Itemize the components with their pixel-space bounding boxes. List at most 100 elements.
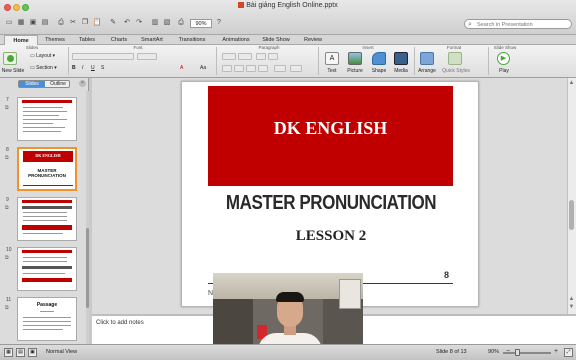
new-slide-icon[interactable] bbox=[3, 52, 17, 65]
tab-animations[interactable]: Animations bbox=[216, 35, 256, 45]
toolbox-icon[interactable]: ▧ bbox=[162, 18, 172, 28]
tab-transitions[interactable]: Transitions bbox=[170, 35, 214, 45]
thumb-text-line bbox=[23, 233, 63, 234]
align-left-button[interactable] bbox=[222, 65, 232, 72]
normal-view-icon[interactable]: ▦ bbox=[4, 348, 13, 357]
section-button[interactable]: ▭ Section ▾ bbox=[30, 65, 57, 71]
templates-icon[interactable]: ▦ bbox=[16, 18, 26, 28]
ribbon: Slides Font Paragraph Insert Format Slid… bbox=[0, 45, 576, 78]
media-button[interactable]: Media bbox=[390, 68, 412, 74]
save-icon[interactable]: ▤ bbox=[40, 18, 50, 28]
slide-scrollbar[interactable] bbox=[567, 78, 576, 314]
quick-styles-button[interactable]: Quick Styles bbox=[440, 68, 472, 74]
zoom-field[interactable]: 90% bbox=[190, 19, 212, 28]
list-item[interactable]: 8 ⧉ DK ENGLISH MASTER PRONUNCIATION bbox=[0, 145, 86, 193]
thumb-text-line bbox=[23, 127, 65, 128]
copy-icon[interactable]: ❐ bbox=[80, 18, 90, 28]
thumbnail-number: 7 bbox=[6, 97, 9, 103]
thumbnail-scroll-thumb[interactable] bbox=[86, 228, 89, 308]
slide-subtitle[interactable]: LESSON 2 bbox=[182, 228, 480, 245]
layout-button[interactable]: ▭ Layout ▾ bbox=[30, 53, 55, 59]
tab-charts[interactable]: Charts bbox=[104, 35, 134, 45]
print-icon[interactable]: ⎙ bbox=[56, 18, 66, 28]
tab-themes[interactable]: Themes bbox=[40, 35, 70, 45]
new-document-icon[interactable]: ▭ bbox=[4, 18, 14, 28]
slide-title[interactable]: MASTER PRONUNCIATION bbox=[204, 192, 457, 215]
zoom-slider-track[interactable] bbox=[503, 352, 551, 354]
paste-icon[interactable]: 📋 bbox=[92, 18, 102, 28]
slide-show-view-icon[interactable]: ▣ bbox=[28, 348, 37, 357]
list-item[interactable]: 9 ⧉ bbox=[0, 195, 86, 243]
new-slide-button[interactable]: New Slide bbox=[0, 68, 26, 74]
tab-slide-show[interactable]: Slide Show bbox=[258, 35, 294, 45]
tab-review[interactable]: Review bbox=[296, 35, 330, 45]
play-icon[interactable]: ▶ bbox=[497, 52, 510, 65]
tab-slides[interactable]: Slides bbox=[19, 81, 45, 87]
tab-outline[interactable]: Outline bbox=[45, 81, 71, 87]
slide-scroll-thumb[interactable] bbox=[569, 200, 574, 230]
quick-styles-icon[interactable] bbox=[448, 52, 462, 65]
print-preview-icon[interactable]: ⎙ bbox=[176, 18, 186, 28]
text-direction-button[interactable] bbox=[290, 65, 302, 72]
list-item[interactable]: 10 ⧉ bbox=[0, 245, 86, 293]
list-item[interactable]: 7 ⧉ bbox=[0, 95, 86, 143]
arrange-icon[interactable] bbox=[420, 52, 434, 65]
thumb-text-line bbox=[23, 220, 67, 221]
align-right-button[interactable] bbox=[246, 65, 256, 72]
font-color-button[interactable]: A bbox=[180, 65, 183, 71]
align-center-button[interactable] bbox=[234, 65, 244, 72]
search-input[interactable] bbox=[477, 21, 569, 28]
slide-thumbnail[interactable] bbox=[17, 247, 77, 291]
bold-button[interactable]: B bbox=[72, 65, 76, 71]
close-pane-button[interactable]: × bbox=[79, 80, 86, 87]
slide-thumbnail[interactable]: Passage bbox=[17, 297, 77, 341]
strikethrough-button[interactable]: S bbox=[101, 65, 104, 71]
change-case-button[interactable]: Aa bbox=[200, 65, 206, 71]
picture-icon[interactable] bbox=[348, 52, 362, 65]
status-bar: ▦ ▤ ▣ Normal View Slide 8 of 13 90% − + … bbox=[0, 344, 576, 360]
scroll-up-icon[interactable]: ▲ bbox=[568, 80, 575, 87]
undo-icon[interactable]: ↶ bbox=[122, 18, 132, 28]
previous-slide-icon[interactable]: ▲ bbox=[568, 296, 575, 303]
shape-icon[interactable] bbox=[372, 52, 386, 65]
search-field[interactable]: ⌕ bbox=[464, 19, 572, 29]
tab-home[interactable]: Home bbox=[4, 35, 38, 45]
thumbnail-number: 11 bbox=[6, 297, 12, 303]
tab-smartart[interactable]: SmartArt bbox=[136, 35, 168, 45]
slide-thumbnail[interactable] bbox=[17, 97, 77, 141]
tab-tables[interactable]: Tables bbox=[72, 35, 102, 45]
underline-button[interactable]: U bbox=[91, 65, 95, 71]
slide-thumbnail-selected[interactable]: DK ENGLISH MASTER PRONUNCIATION bbox=[17, 147, 77, 191]
arrange-button[interactable]: Arrange bbox=[414, 68, 440, 74]
picture-button[interactable]: Picture bbox=[344, 68, 366, 74]
media-icon[interactable] bbox=[394, 52, 408, 65]
numbering-button[interactable] bbox=[238, 53, 252, 60]
slide-thumbnail[interactable] bbox=[17, 197, 77, 241]
slide-sorter-icon[interactable]: ▤ bbox=[16, 348, 25, 357]
format-painter-icon[interactable]: ✎ bbox=[108, 18, 118, 28]
justify-button[interactable] bbox=[258, 65, 268, 72]
slide-brand-text[interactable]: DK ENGLISH bbox=[208, 118, 453, 139]
shape-button[interactable]: Shape bbox=[368, 68, 390, 74]
zoom-in-icon[interactable]: + bbox=[554, 348, 558, 355]
help-icon[interactable]: ? bbox=[214, 18, 224, 28]
line-spacing-button[interactable] bbox=[274, 65, 286, 72]
font-size-dropdown[interactable] bbox=[137, 53, 157, 60]
list-item[interactable]: 11 ⧉ Passage bbox=[0, 295, 86, 343]
notes-placeholder[interactable]: Click to add notes bbox=[96, 320, 144, 326]
gallery-icon[interactable]: ▥ bbox=[150, 18, 160, 28]
open-folder-icon[interactable]: ▣ bbox=[28, 18, 38, 28]
font-name-dropdown[interactable] bbox=[72, 53, 134, 60]
play-button[interactable]: Play bbox=[495, 68, 513, 74]
fit-window-icon[interactable]: ⤢ bbox=[564, 348, 573, 357]
increase-indent-button[interactable] bbox=[268, 53, 278, 60]
text-box-icon[interactable]: A bbox=[325, 52, 339, 65]
italic-button[interactable]: I bbox=[82, 65, 83, 71]
zoom-slider-knob[interactable] bbox=[515, 349, 520, 356]
bullets-button[interactable] bbox=[222, 53, 236, 60]
next-slide-icon[interactable]: ▼ bbox=[568, 304, 575, 311]
text-button[interactable]: Text bbox=[322, 68, 342, 74]
decrease-indent-button[interactable] bbox=[256, 53, 266, 60]
redo-icon[interactable]: ↷ bbox=[134, 18, 144, 28]
cut-icon[interactable]: ✂ bbox=[68, 18, 78, 28]
